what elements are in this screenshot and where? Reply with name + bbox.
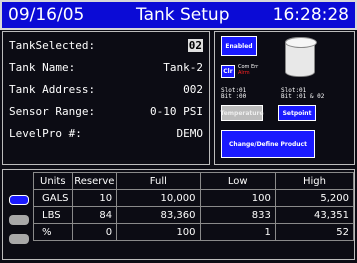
date-display: 09/16/05	[8, 5, 85, 25]
header-units: Units	[33, 172, 73, 190]
cell-full: 100	[116, 223, 201, 241]
levelpro-row: LevelPro #: DEMO	[9, 127, 203, 141]
cell-low: 100	[199, 189, 276, 207]
cell-reserve: 0	[71, 223, 118, 241]
tank-icon	[285, 37, 317, 77]
cell-high: 5,200	[274, 189, 355, 207]
page-title: Tank Setup	[136, 5, 230, 25]
cell-units: GALS	[33, 189, 73, 207]
temperature-button[interactable]: Temperature	[220, 105, 264, 121]
tank-selected-row: TankSelected: 02	[9, 39, 203, 53]
title-bar: 09/16/05 Tank Setup 16:28:28	[0, 0, 357, 30]
cell-reserve: 84	[71, 206, 118, 224]
enabled-button[interactable]: Enabled	[221, 36, 257, 56]
sensor-range-value[interactable]: 0-10 PSI	[150, 105, 203, 118]
header-high: High	[274, 172, 355, 190]
levelpro-label: LevelPro #:	[9, 127, 82, 140]
tank-name-value[interactable]: Tank-2	[163, 61, 203, 74]
tank-name-row: Tank Name: Tank-2	[9, 61, 203, 75]
clear-button[interactable]: Clr	[221, 65, 235, 78]
tank-address-row: Tank Address: 002	[9, 83, 203, 97]
header-full: Full	[116, 172, 201, 190]
unit-select-lbs-button[interactable]	[9, 215, 29, 225]
change-define-product-button[interactable]: Change/Define Product	[221, 130, 315, 158]
tank-info-panel: TankSelected: 02 Tank Name: Tank-2 Tank …	[2, 31, 210, 165]
table-header-row: Units Reserve Full Low High	[33, 172, 355, 190]
tank-address-label: Tank Address:	[9, 83, 96, 96]
slot-info-right: Slot:01 Bit :01 & 02	[281, 88, 324, 100]
cell-units: %	[33, 223, 73, 241]
cell-reserve: 10	[71, 189, 118, 207]
cell-high: 52	[274, 223, 355, 241]
table-row: GALS 10 10,000 100 5,200	[33, 189, 355, 207]
slot-left-line2: Bit :00	[221, 93, 247, 100]
cell-full: 83,360	[116, 206, 201, 224]
alarm-bottom-text: Alrm	[238, 70, 250, 76]
control-panel: Enabled Clr Com Err Alrm Slot:01 Bit :00…	[214, 31, 355, 165]
cell-low: 833	[199, 206, 276, 224]
header-low: Low	[199, 172, 276, 190]
levelpro-value[interactable]: DEMO	[177, 127, 204, 140]
slot-info-left: Slot:01 Bit :00	[221, 88, 246, 100]
tank-name-label: Tank Name:	[9, 61, 76, 74]
cell-high: 43,351	[274, 206, 355, 224]
sensor-range-row: Sensor Range: 0-10 PSI	[9, 105, 203, 119]
units-table: Units Reserve Full Low High GALS 10 10,0…	[33, 172, 355, 241]
alarm-indicator: Com Err Alrm	[238, 64, 266, 76]
sensor-range-label: Sensor Range:	[9, 105, 96, 118]
tank-selected-input[interactable]: 02	[187, 39, 203, 52]
cell-full: 10,000	[116, 189, 201, 207]
units-table-panel: Units Reserve Full Low High GALS 10 10,0…	[2, 169, 355, 260]
header-reserve: Reserve	[71, 172, 118, 190]
tank-address-value[interactable]: 002	[183, 83, 203, 96]
slot-right-line2: Bit :01 & 02	[281, 93, 325, 100]
time-display: 16:28:28	[272, 5, 349, 25]
tank-selected-label: TankSelected:	[9, 39, 96, 52]
unit-select-percent-button[interactable]	[9, 234, 29, 244]
setpoint-button[interactable]: Setpoint	[278, 105, 316, 121]
cell-units: LBS	[33, 206, 73, 224]
table-row: LBS 84 83,360 833 43,351	[33, 206, 355, 224]
table-row: % 0 100 1 52	[33, 223, 355, 241]
unit-select-gals-button[interactable]	[9, 195, 29, 205]
cell-low: 1	[199, 223, 276, 241]
